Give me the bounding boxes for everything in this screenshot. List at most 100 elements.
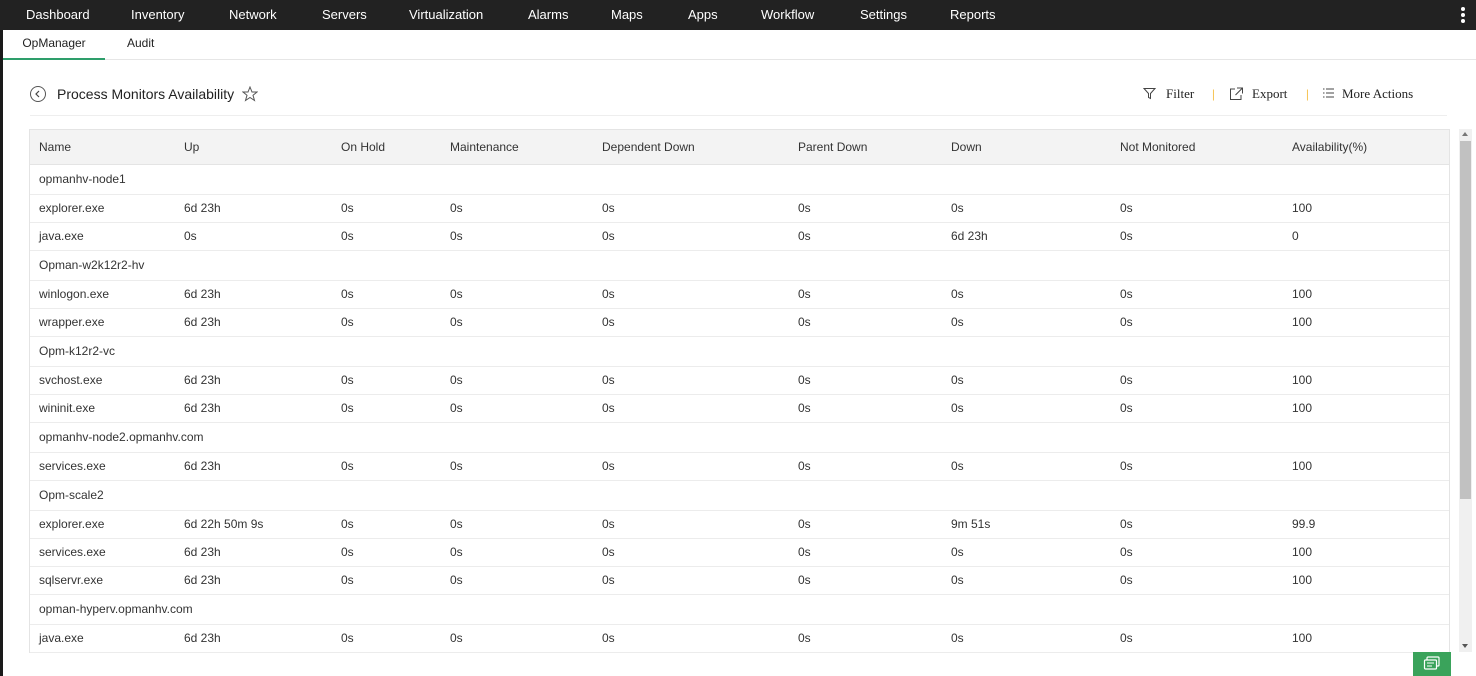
cell-parent-down: 0s — [798, 229, 811, 243]
cell-on-hold: 0s — [341, 315, 354, 329]
cell-parent-down: 0s — [798, 573, 811, 587]
table-row[interactable]: svchost.exe 6d 23h 0s 0s 0s 0s 0s 0s 100 — [30, 367, 1449, 395]
table-row[interactable]: services.exe 6d 23h 0s 0s 0s 0s 0s 0s 100 — [30, 539, 1449, 567]
cell-maintenance: 0s — [450, 631, 463, 645]
cell-on-hold: 0s — [341, 631, 354, 645]
cell-availability: 100 — [1292, 201, 1313, 215]
group-row: Opm-scale2 — [30, 481, 1449, 511]
back-circle-icon[interactable] — [30, 86, 46, 102]
cell-up: 6d 23h — [184, 545, 221, 559]
header-col-name[interactable]: Name — [39, 130, 71, 164]
group-row: Opm-k12r2-vc — [30, 337, 1449, 367]
table-row[interactable]: sqlservr.exe 6d 23h 0s 0s 0s 0s 0s 0s 100 — [30, 567, 1449, 595]
header-col-maintenance[interactable]: Maintenance — [450, 130, 519, 164]
nav-servers[interactable]: Servers — [322, 0, 367, 30]
cell-parent-down: 0s — [798, 517, 811, 531]
group-name: Opm-scale2 — [39, 488, 104, 502]
nav-maps[interactable]: Maps — [611, 0, 643, 30]
nav-workflow[interactable]: Workflow — [761, 0, 814, 30]
header-col-not-monitored[interactable]: Not Monitored — [1120, 130, 1195, 164]
cell-name: explorer.exe — [39, 201, 105, 215]
chat-button[interactable] — [1413, 652, 1451, 676]
cell-name: explorer.exe — [39, 517, 105, 531]
cell-up: 6d 23h — [184, 287, 221, 301]
header-col-parent-down[interactable]: Parent Down — [798, 130, 867, 164]
cell-dependent-down: 0s — [602, 401, 615, 415]
group-row: opmanhv-node1 — [30, 165, 1449, 195]
cell-down: 6d 23h — [951, 229, 988, 243]
cell-parent-down: 0s — [798, 459, 811, 473]
vertical-scrollbar[interactable] — [1459, 129, 1472, 652]
header-col-dependent-down[interactable]: Dependent Down — [602, 130, 695, 164]
nav-alarms[interactable]: Alarms — [528, 0, 568, 30]
header-col-availability[interactable]: Availability(%) — [1292, 130, 1367, 164]
sub-nav: OpManager Audit — [3, 30, 1476, 60]
cell-dependent-down: 0s — [602, 459, 615, 473]
action-bar: Filter | Export | More Actions — [1143, 86, 1433, 104]
cell-down: 0s — [951, 401, 964, 415]
cell-not-monitored: 0s — [1120, 401, 1133, 415]
cell-parent-down: 0s — [798, 631, 811, 645]
kebab-icon[interactable] — [1458, 5, 1468, 25]
nav-inventory[interactable]: Inventory — [131, 0, 184, 30]
cell-dependent-down: 0s — [602, 573, 615, 587]
cell-availability: 100 — [1292, 631, 1313, 645]
header-col-up[interactable]: Up — [184, 130, 199, 164]
cell-not-monitored: 0s — [1120, 373, 1133, 387]
table-row[interactable]: wininit.exe 6d 23h 0s 0s 0s 0s 0s 0s 100 — [30, 395, 1449, 423]
cell-name: wrapper.exe — [39, 315, 105, 329]
table-row[interactable]: services.exe 6d 23h 0s 0s 0s 0s 0s 0s 100 — [30, 453, 1449, 481]
cell-up: 6d 23h — [184, 315, 221, 329]
cell-dependent-down: 0s — [602, 287, 615, 301]
header-col-down[interactable]: Down — [951, 130, 982, 164]
table-row[interactable]: explorer.exe 6d 22h 50m 9s 0s 0s 0s 0s 9m 51s 0… — [30, 511, 1449, 539]
table-row[interactable]: explorer.exe 6d 23h 0s 0s 0s 0s 0s 0s 100 — [30, 195, 1449, 223]
cell-on-hold: 0s — [341, 517, 354, 531]
scroll-thumb[interactable] — [1460, 141, 1471, 499]
cell-dependent-down: 0s — [602, 373, 615, 387]
scroll-down-icon[interactable] — [1462, 644, 1468, 648]
cell-name: winlogon.exe — [39, 287, 110, 301]
star-icon[interactable] — [241, 85, 259, 107]
table-header: Name Up On Hold Maintenance Dependent Down Pa… — [30, 130, 1449, 165]
scroll-up-icon[interactable] — [1462, 132, 1468, 136]
nav-virtualization[interactable]: Virtualization — [409, 0, 483, 30]
cell-maintenance: 0s — [450, 459, 463, 473]
cell-availability: 100 — [1292, 373, 1313, 387]
cell-on-hold: 0s — [341, 373, 354, 387]
cell-on-hold: 0s — [341, 201, 354, 215]
table-row[interactable]: winlogon.exe 6d 23h 0s 0s 0s 0s 0s 0s 100 — [30, 281, 1449, 309]
header-col-on-hold[interactable]: On Hold — [341, 130, 385, 164]
table-row[interactable]: java.exe 0s 0s 0s 0s 0s 6d 23h 0s 0 — [30, 223, 1449, 251]
nav-network[interactable]: Network — [229, 0, 277, 30]
cell-maintenance: 0s — [450, 373, 463, 387]
tab-audit[interactable]: Audit — [127, 30, 154, 58]
nav-settings[interactable]: Settings — [860, 0, 907, 30]
cell-availability: 100 — [1292, 401, 1313, 415]
cell-up: 6d 23h — [184, 573, 221, 587]
cell-on-hold: 0s — [341, 229, 354, 243]
cell-maintenance: 0s — [450, 229, 463, 243]
cell-up: 6d 23h — [184, 401, 221, 415]
cell-up: 6d 23h — [184, 201, 221, 215]
tab-opmanager[interactable]: OpManager — [3, 30, 105, 60]
nav-dashboard[interactable]: Dashboard — [26, 0, 90, 30]
cell-availability: 100 — [1292, 287, 1313, 301]
nav-reports[interactable]: Reports — [950, 0, 996, 30]
table-row[interactable]: wrapper.exe 6d 23h 0s 0s 0s 0s 0s 0s 100 — [30, 309, 1449, 337]
cell-down: 0s — [951, 315, 964, 329]
nav-apps[interactable]: Apps — [688, 0, 718, 30]
table-row[interactable]: java.exe 6d 23h 0s 0s 0s 0s 0s 0s 100 — [30, 625, 1449, 653]
cell-maintenance: 0s — [450, 201, 463, 215]
cell-name: java.exe — [39, 229, 84, 243]
cell-name: sqlservr.exe — [39, 573, 104, 587]
cell-availability: 100 — [1292, 459, 1313, 473]
cell-maintenance: 0s — [450, 517, 463, 531]
page-title: Process Monitors Availability — [57, 86, 235, 102]
top-nav: Dashboard Inventory Network Servers Virt… — [0, 0, 1476, 30]
cell-up: 6d 23h — [184, 459, 221, 473]
group-row: opmanhv-node2.opmanhv.com — [30, 423, 1449, 453]
group-name: opmanhv-node2.opmanhv.com — [39, 430, 204, 444]
cell-up: 0s — [184, 229, 197, 243]
cell-name: java.exe — [39, 631, 84, 645]
